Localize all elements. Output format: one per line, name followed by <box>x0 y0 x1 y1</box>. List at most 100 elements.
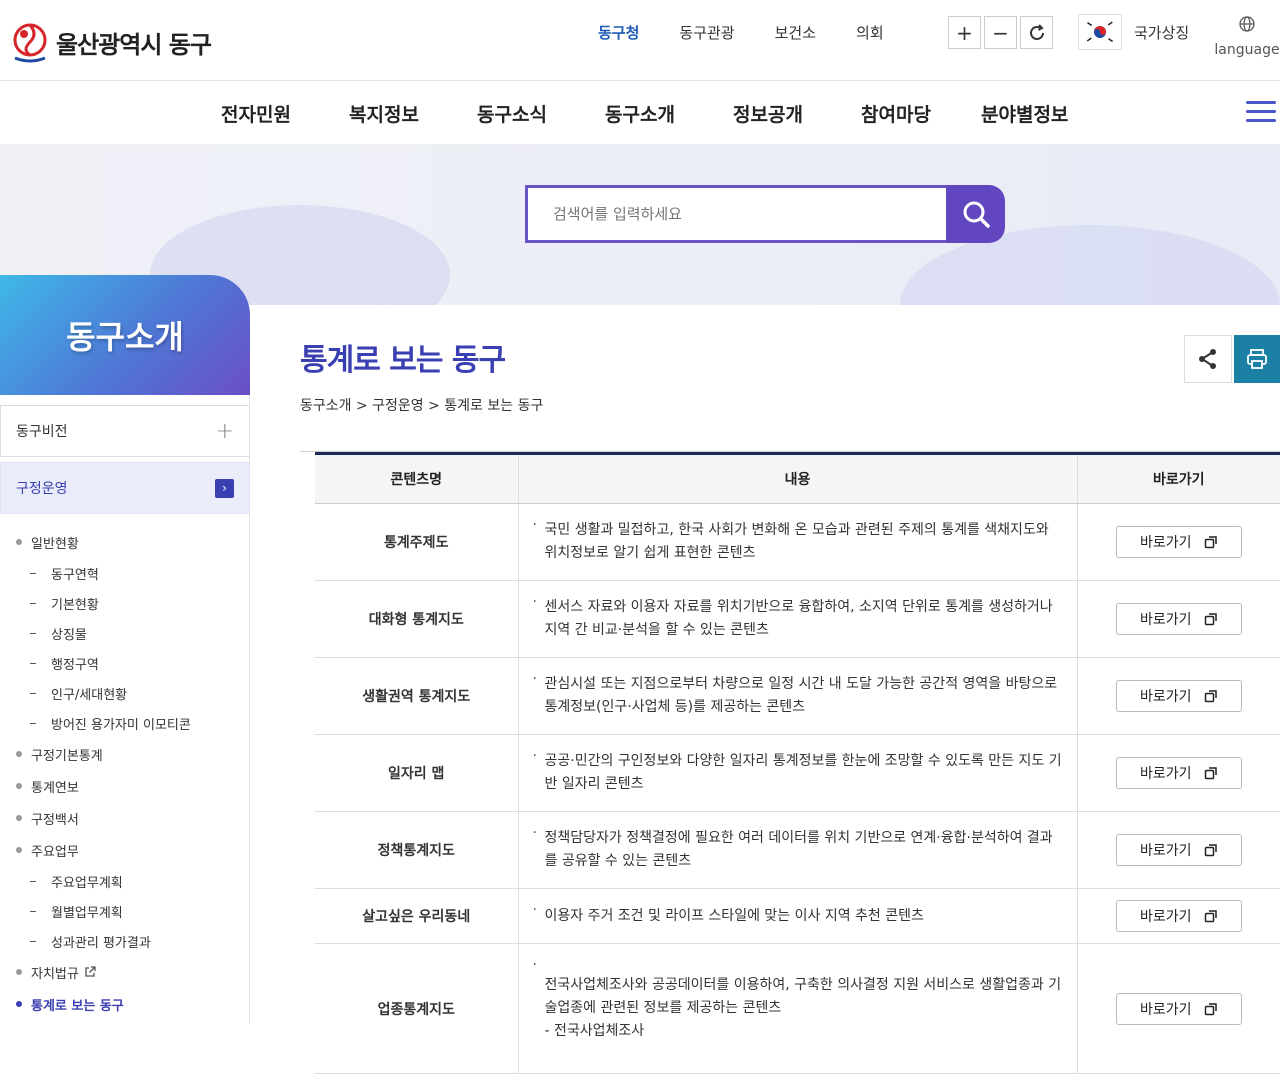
lnb-sub-item[interactable]: 구정백서 <box>16 802 249 834</box>
search-icon <box>963 201 990 228</box>
plus-icon: + <box>215 418 234 444</box>
table-row: 일자리 맵 · 공공·민간의 구인정보와 다양한 일자리 통계정보를 한눈에 조망… <box>315 734 1280 812</box>
lnb-sub-item[interactable]: 행정구역 <box>16 648 249 678</box>
plus-icon: + <box>956 20 973 45</box>
korean-flag-icon <box>1078 14 1122 50</box>
nav-welfare[interactable]: 복지정보 <box>349 100 419 127</box>
lnb-sub-item[interactable]: 주요업무계획 <box>16 866 249 896</box>
go-button[interactable]: 바로가기 <box>1115 900 1242 932</box>
content-desc: · 이용자 주거 조건 및 라이프 스타일에 맞는 이사 지역 추천 콘텐츠 <box>518 888 1078 944</box>
go-button[interactable]: 바로가기 <box>1115 992 1242 1025</box>
content-name: 대화형 통계지도 <box>315 580 519 658</box>
breadcrumb: 동구소개 > 구정운영 > 통계로 보는 동구 <box>300 398 544 414</box>
chevron-right-icon: › <box>215 478 234 498</box>
top-link-donggu-office[interactable]: 동구청 <box>598 22 639 43</box>
lnb-sub-item[interactable]: 동구연혁 <box>16 558 249 588</box>
lnb-item-vision[interactable]: 동구비전 + <box>0 405 250 457</box>
lnb-sub-item[interactable]: 인구/세대현황 <box>16 678 249 708</box>
globe-icon <box>1239 16 1255 32</box>
emblem-icon <box>13 23 47 63</box>
main-content: 통계로 보는 동구 동구소개 > 구정운영 > 통계로 보는 동구 콘텐츠명 내… <box>300 305 1280 1074</box>
menu-icon[interactable] <box>1246 101 1276 125</box>
zoom-reset-button[interactable] <box>1020 16 1053 49</box>
search-button[interactable] <box>946 185 1005 243</box>
lnb-sub-list: 일반현황 동구연혁 기본현황 상징물 행정구역 인구/세대현황 방어진 용가자미… <box>0 514 249 1020</box>
zoom-in-button[interactable]: + <box>948 16 981 49</box>
new-window-icon <box>1204 1002 1217 1015</box>
top-link-council[interactable]: 의회 <box>856 22 884 43</box>
column-header: 내용 <box>518 453 1078 504</box>
lnb-sub-item[interactable]: 일반현황 <box>16 526 249 558</box>
lnb-title: 동구소개 <box>0 275 250 395</box>
content-desc: · 공공·민간의 구인정보와 다양한 일자리 통계정보를 한눈에 조망할 수 있도… <box>518 734 1078 812</box>
nav-e-civil[interactable]: 전자민원 <box>221 100 291 127</box>
side-nav: 동구비전 + 구정운영 › 일반현황 동구연혁 기본현황 상징물 행정구역 인구… <box>0 395 250 1024</box>
column-header: 콘텐츠명 <box>315 453 519 504</box>
national-symbol-label: 국가상징 <box>1134 23 1190 42</box>
top-link-health-center[interactable]: 보건소 <box>775 22 816 43</box>
go-button[interactable]: 바로가기 <box>1115 526 1242 558</box>
content-desc: · 센서스 자료와 이용자 자료를 위치기반으로 융합하여, 소지역 단위로 통계… <box>518 580 1078 658</box>
language-button[interactable]: language <box>1214 16 1280 58</box>
lnb-sub-item[interactable]: 상징물 <box>16 618 249 648</box>
content-name: 통계주제도 <box>315 503 519 581</box>
lnb-item-administration[interactable]: 구정운영 › <box>0 462 250 514</box>
national-symbol-link[interactable]: 국가상징 <box>1078 14 1189 50</box>
minus-icon: − <box>992 20 1009 45</box>
content-name: 일자리 맵 <box>315 734 519 812</box>
lnb-sub-item[interactable]: 통계연보 <box>16 770 249 802</box>
table-row: 정책통계지도 · 정책담당자가 정책결정에 필요한 여러 데이터를 위치 기반으로… <box>315 811 1280 889</box>
search-box <box>525 185 947 243</box>
go-button[interactable]: 바로가기 <box>1115 834 1242 866</box>
stats-table: 콘텐츠명 내용 바로가기 통계주제도 · 국민 생활과 밀접하고, 한국 사회가 … <box>315 452 1280 1074</box>
table-row: 살고싶은 우리동네 · 이용자 주거 조건 및 라이프 스타일에 맞는 이사 지역… <box>315 888 1280 944</box>
content-desc: · 국민 생활과 밀접하고, 한국 사회가 변화해 온 모습과 관련된 주제의 통… <box>518 503 1078 581</box>
column-header: 바로가기 <box>1077 453 1280 504</box>
table-row: 대화형 통계지도 · 센서스 자료와 이용자 자료를 위치기반으로 융합하여, 소… <box>315 580 1280 658</box>
nav-disclosure[interactable]: 정보공개 <box>733 100 803 127</box>
new-window-icon <box>1204 910 1217 923</box>
print-button[interactable] <box>1234 335 1280 383</box>
lnb-sub-item[interactable]: 성과관리 평가결과 <box>16 926 249 956</box>
lnb-sub-item[interactable]: 기본현황 <box>16 588 249 618</box>
nav-news[interactable]: 동구소식 <box>477 100 547 127</box>
lnb-item-label: 구정운영 <box>16 481 68 497</box>
nav-about[interactable]: 동구소개 <box>605 100 675 127</box>
content-name: 업종통계지도 <box>315 943 519 1074</box>
top-link-tourism[interactable]: 동구관광 <box>679 22 734 43</box>
new-window-icon <box>1204 844 1217 857</box>
nav-field-info[interactable]: 분야별정보 <box>981 100 1068 127</box>
table-row: 통계주제도 · 국민 생활과 밀접하고, 한국 사회가 변화해 온 모습과 관련된… <box>315 503 1280 581</box>
go-button[interactable]: 바로가기 <box>1115 603 1242 635</box>
new-window-icon <box>1204 767 1217 780</box>
language-label: language <box>1214 42 1280 58</box>
site-logo[interactable]: 울산광역시 동구 <box>12 20 212 64</box>
lnb-sub-item-current[interactable]: 통계로 보는 동구 <box>16 988 249 1020</box>
go-button[interactable]: 바로가기 <box>1115 757 1242 789</box>
lnb-sub-item[interactable]: 월별업무계획 <box>16 896 249 926</box>
content-desc: · 관심시설 또는 지점으로부터 차량으로 일정 시간 내 도달 가능한 공간적 … <box>518 657 1078 735</box>
table-row: 생활권역 통계지도 · 관심시설 또는 지점으로부터 차량으로 일정 시간 내 도… <box>315 657 1280 735</box>
print-icon <box>1247 349 1267 369</box>
lnb-sub-item[interactable]: 주요업무 <box>16 834 249 866</box>
new-window-icon <box>1204 613 1217 626</box>
refresh-icon <box>1029 23 1044 40</box>
content-desc: · 전국사업체조사와 공공데이터를 이용하여, 구축한 의사결정 지원 서비스로 … <box>518 943 1078 1074</box>
lnb-sub-item[interactable]: 방어진 용가자미 이모티콘 <box>16 708 249 738</box>
logo-text: 울산광역시 동구 <box>56 30 212 59</box>
table-row: 업종통계지도 · 전국사업체조사와 공공데이터를 이용하여, 구축한 의사결정 지… <box>315 943 1280 1074</box>
content-name: 정책통계지도 <box>315 811 519 889</box>
table-header-row: 콘텐츠명 내용 바로가기 <box>315 453 1280 504</box>
share-button[interactable] <box>1184 335 1232 383</box>
go-button[interactable]: 바로가기 <box>1115 680 1242 712</box>
zoom-controls: + − <box>948 16 1053 49</box>
zoom-out-button[interactable]: − <box>984 16 1017 49</box>
top-links: 동구청 동구관광 보건소 의회 <box>598 22 924 43</box>
lnb-sub-item[interactable]: 구정기본통계 <box>16 738 249 770</box>
main-nav: 전자민원 복지정보 동구소식 동구소개 정보공개 참여마당 분야별정보 <box>0 81 1280 145</box>
content-name: 살고싶은 우리동네 <box>315 888 519 944</box>
lnb-item-label: 동구비전 <box>16 424 68 440</box>
nav-participation[interactable]: 참여마당 <box>861 100 931 127</box>
lnb-sub-item[interactable]: 자치법규 <box>16 956 249 988</box>
search-input[interactable] <box>528 188 947 240</box>
